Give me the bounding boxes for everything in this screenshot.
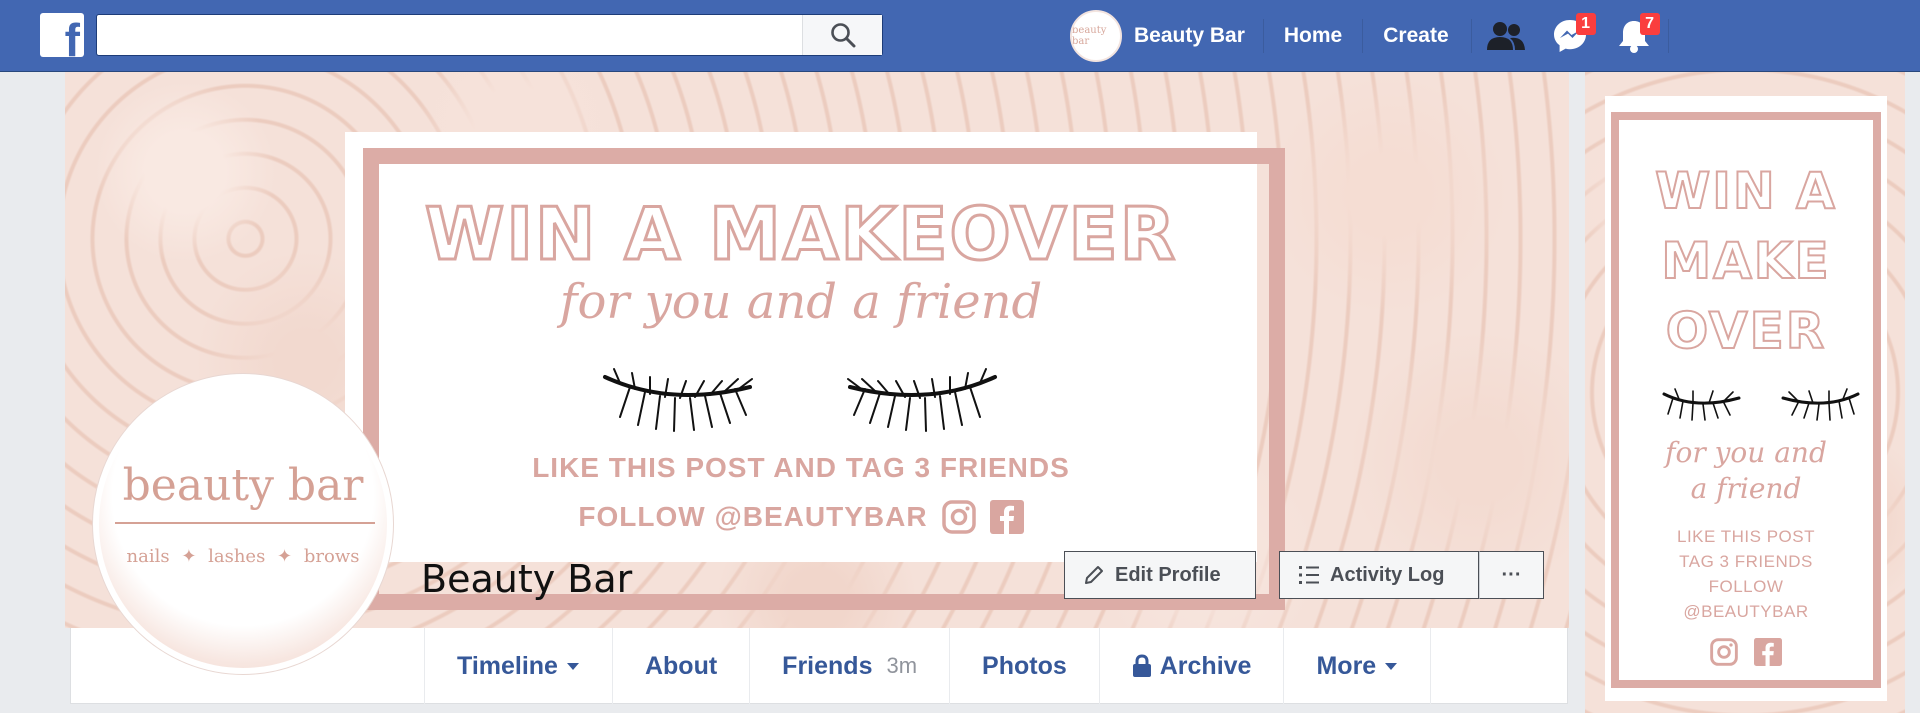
profile-picture-rule — [115, 522, 375, 524]
caret-down-icon — [566, 663, 579, 670]
page-title[interactable]: Beauty Bar — [421, 557, 632, 601]
home-link[interactable]: Home — [1262, 19, 1362, 53]
profile-avatar-text: beauty bar — [1072, 25, 1107, 47]
search-input[interactable] — [97, 15, 802, 55]
profile-tabs: Timeline About Friends 3m Photos Archive… — [424, 628, 1432, 704]
notifications-badge: 7 — [1639, 13, 1660, 35]
activity-log-label: Activity Log — [1330, 563, 1445, 586]
top-navigation-bar: f beauty bar Beauty Bar Home Create 1 7 — [0, 0, 1920, 72]
tab-friends[interactable]: Friends 3m — [749, 628, 949, 704]
search-button[interactable] — [802, 15, 882, 55]
side-story-poster[interactable]: WIN A MAKE OVER for you and a friend LIK… — [1585, 72, 1905, 713]
profile-picture-background — [99, 380, 387, 668]
profile-name-link[interactable]: Beauty Bar — [1134, 24, 1263, 48]
caret-down-icon — [1385, 663, 1398, 670]
page-profile-picture[interactable]: beauty bar nails ✦ lashes ✦ brows — [93, 374, 393, 674]
create-link[interactable]: Create — [1362, 19, 1468, 53]
tab-photos[interactable]: Photos — [949, 628, 1099, 704]
friends-icon — [1486, 22, 1525, 50]
tab-archive[interactable]: Archive — [1098, 628, 1284, 704]
activity-log-button[interactable]: Activity Log — [1279, 551, 1479, 599]
nav-right-group: beauty bar Beauty Bar Home Create 1 7 — [1070, 0, 1671, 72]
friend-requests-button[interactable] — [1474, 16, 1538, 56]
poster-frame — [363, 148, 1285, 610]
tab-more[interactable]: More — [1283, 628, 1432, 704]
edit-profile-button[interactable]: Edit Profile — [1064, 551, 1256, 599]
tab-timeline[interactable]: Timeline — [424, 628, 612, 704]
more-options-button[interactable]: ··· — [1479, 551, 1544, 599]
list-icon — [1299, 566, 1319, 584]
messages-button[interactable]: 1 — [1538, 13, 1602, 56]
nav-divider — [1667, 19, 1669, 53]
profile-card: WIN A MAKEOVER for you and a friend LIKE… — [65, 72, 1569, 704]
profile-picture-tags: nails ✦ lashes ✦ brows — [126, 546, 360, 567]
tab-about[interactable]: About — [611, 628, 749, 704]
more-dots-icon: ··· — [1501, 563, 1522, 586]
search-box — [96, 14, 883, 56]
facebook-logo-icon[interactable]: f — [40, 13, 84, 57]
nav-divider — [1470, 19, 1472, 53]
search-icon — [830, 23, 855, 48]
notifications-button[interactable]: 7 — [1602, 13, 1666, 56]
friends-count: 3m — [886, 653, 918, 678]
messages-badge: 1 — [1575, 13, 1596, 35]
side-poster-frame — [1611, 112, 1881, 688]
edit-profile-label: Edit Profile — [1115, 563, 1221, 586]
profile-avatar[interactable]: beauty bar — [1070, 10, 1122, 62]
lock-icon — [1132, 654, 1151, 677]
profile-picture-title: beauty bar — [122, 460, 364, 511]
pencil-icon — [1085, 566, 1103, 584]
